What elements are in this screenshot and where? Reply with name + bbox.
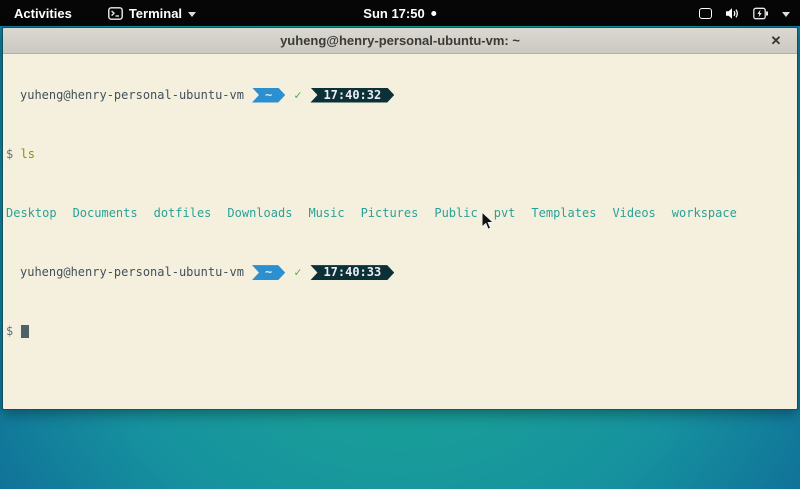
directory-name: Music [308,206,344,221]
directory-name: pvt [494,206,516,221]
directory-name: Downloads [227,206,292,221]
prompt-check-icon: ✓ [294,265,301,280]
prompt-line-2: yuheng@henry-personal-ubuntu-vm ~ ✓ 17:4… [6,265,797,280]
terminal-window: yuheng@henry-personal-ubuntu-vm: ~ ✕ yuh… [2,27,798,410]
command-text: ls [20,147,34,162]
prompt-path-segment: ~ [252,265,285,280]
directory-name: Pictures [361,206,419,221]
prompt-check-icon: ✓ [294,88,301,103]
network-wired-icon[interactable] [699,8,712,19]
command-line: $ ls [6,147,797,162]
prompt-line-1: yuheng@henry-personal-ubuntu-vm ~ ✓ 17:4… [6,88,797,103]
ls-output-line: Desktop Documents dotfiles Downloads Music Pi… [6,206,797,221]
app-menu[interactable]: Terminal [108,6,196,21]
activities-button[interactable]: Activities [10,6,76,21]
top-bar: Activities Terminal Sun 17:50 [0,0,800,26]
app-menu-label: Terminal [129,6,182,21]
notification-dot-icon [432,11,437,16]
directory-name: Public [434,206,477,221]
directory-name: Templates [531,206,596,221]
clock-label: Sun 17:50 [363,6,424,21]
directory-name: Desktop [6,206,57,221]
terminal-cursor [21,325,29,338]
close-button[interactable]: ✕ [767,32,785,50]
prompt-path-segment: ~ [252,88,285,103]
battery-charging-icon[interactable] [753,7,769,20]
directory-name: Videos [612,206,655,221]
clock-button[interactable]: Sun 17:50 [363,6,436,21]
input-line: $ [6,324,797,339]
volume-icon[interactable] [725,7,740,20]
chevron-down-icon [188,12,196,17]
chevron-down-icon[interactable] [782,12,790,17]
directory-name: Documents [73,206,138,221]
prompt-user: yuheng@henry-personal-ubuntu-vm [6,88,244,103]
directory-name: dotfiles [154,206,212,221]
window-titlebar[interactable]: yuheng@henry-personal-ubuntu-vm: ~ ✕ [3,28,797,54]
prompt-user: yuheng@henry-personal-ubuntu-vm [6,265,244,280]
prompt-dollar: $ [6,147,13,162]
system-tray[interactable] [699,7,790,20]
prompt-dollar: $ [6,324,13,339]
window-title: yuheng@henry-personal-ubuntu-vm: ~ [280,33,520,48]
prompt-time-segment: 17:40:32 [310,88,394,103]
terminal-screen[interactable]: yuheng@henry-personal-ubuntu-vm ~ ✓ 17:4… [3,54,797,409]
directory-name: workspace [672,206,737,221]
prompt-time-segment: 17:40:33 [310,265,394,280]
terminal-app-icon [108,7,123,20]
